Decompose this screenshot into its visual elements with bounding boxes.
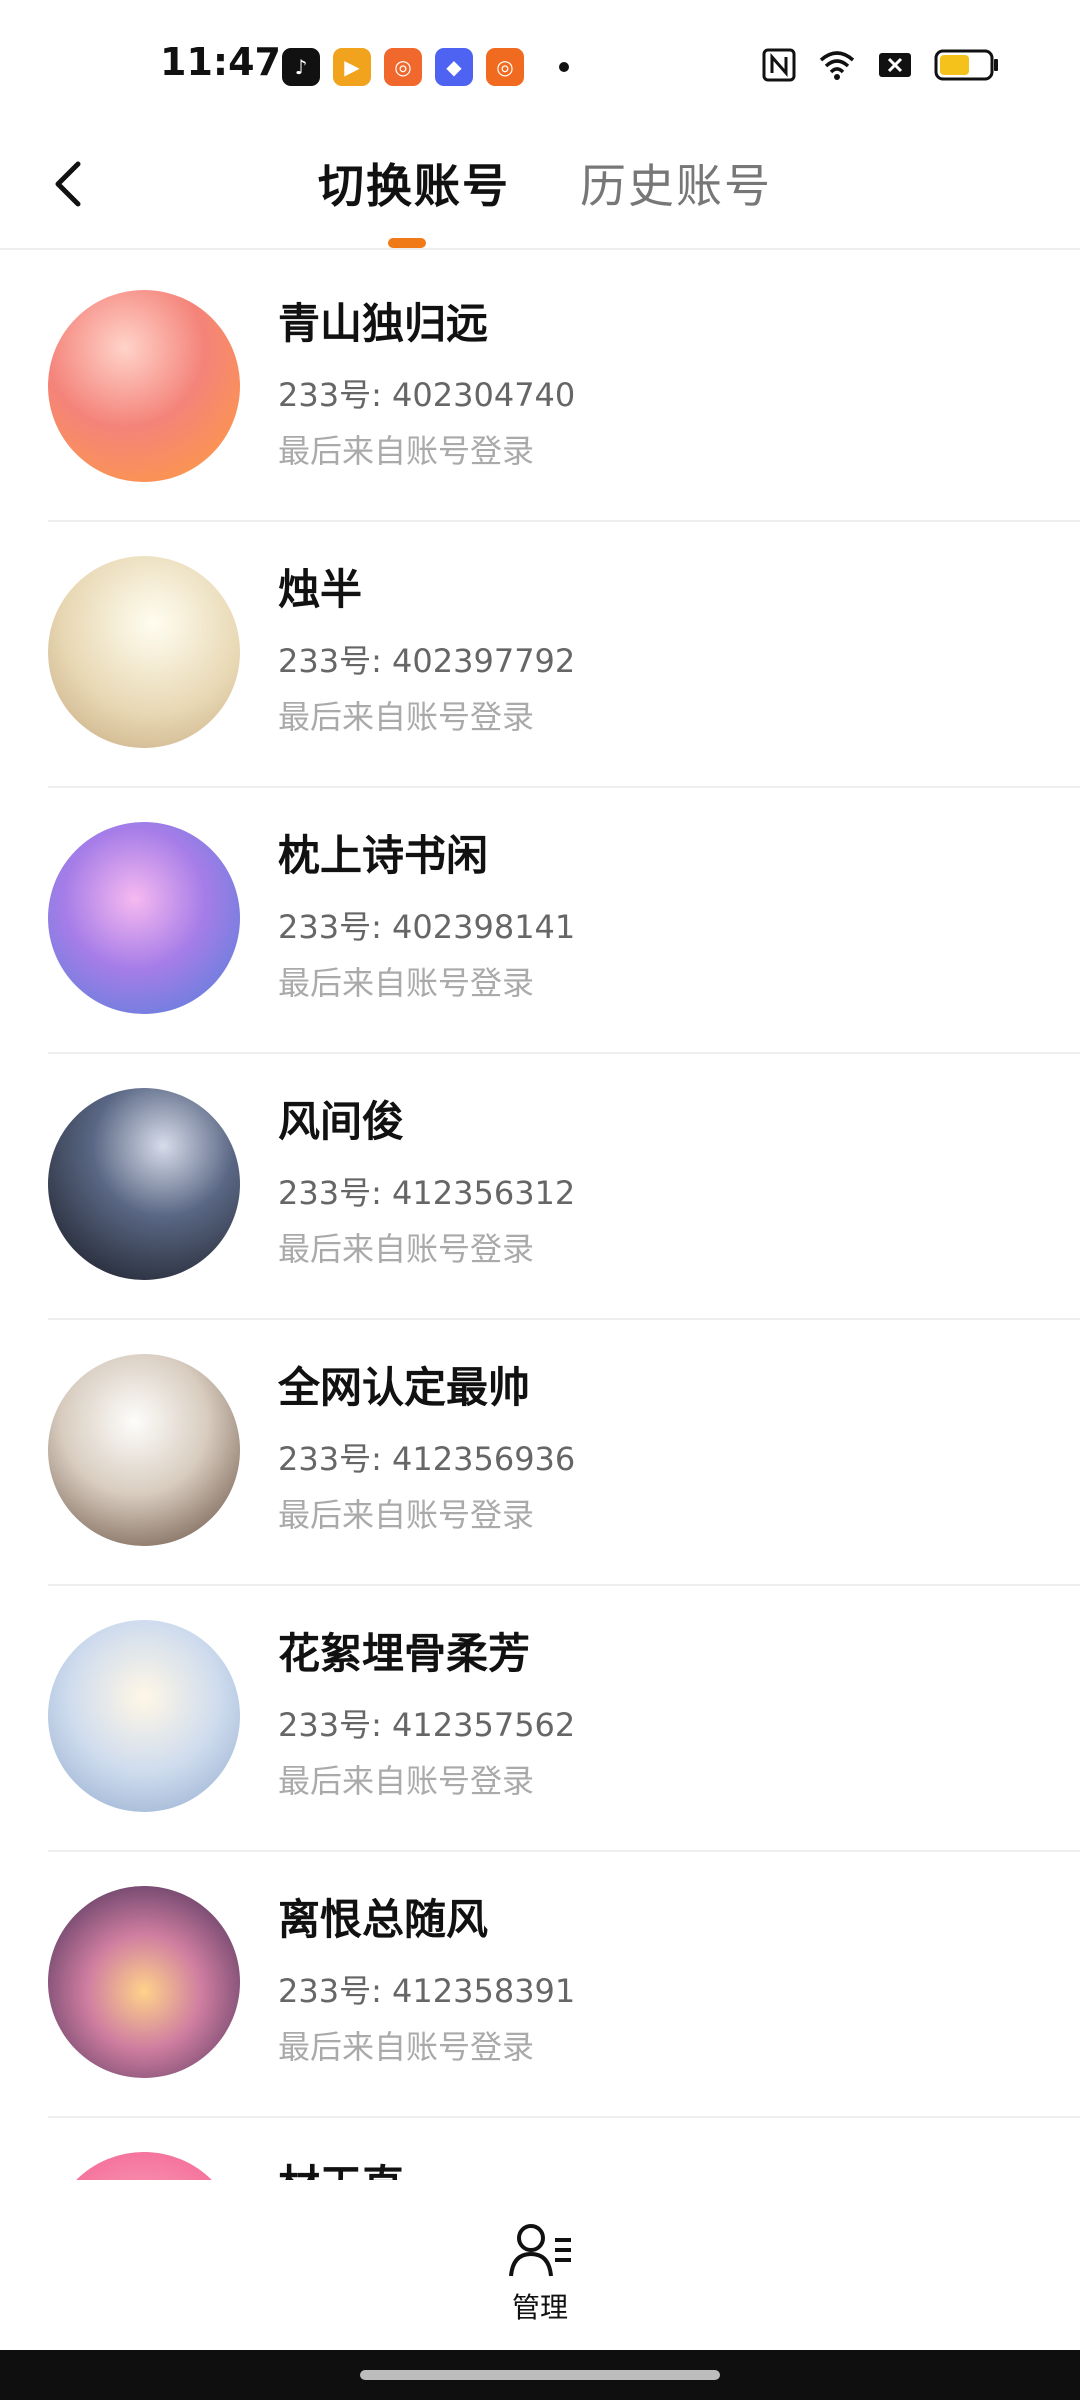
tab-history-account[interactable]: 历史账号 <box>580 150 772 216</box>
avatar <box>48 1620 240 1812</box>
account-row[interactable]: 花絮埋骨柔芳 233号: 412357562 最后来自账号登录 <box>48 1586 1080 1852</box>
avatar <box>48 290 240 482</box>
account-row[interactable]: 材天直 <box>48 2118 1080 2180</box>
kuaishou-alt-icon: ◎ <box>486 48 524 86</box>
last-login-source: 最后来自账号登录 <box>278 432 535 470</box>
home-indicator[interactable] <box>360 2370 720 2380</box>
account-list[interactable]: 青山独归远 233号: 402304740 最后来自账号登录 烛半 233号: … <box>0 256 1080 2180</box>
account-row[interactable]: 烛半 233号: 402397792 最后来自账号登录 <box>48 522 1080 788</box>
account-id: 233号: 402398141 <box>278 908 576 946</box>
account-row[interactable]: 风间俊 233号: 412356312 最后来自账号登录 <box>48 1054 1080 1320</box>
avatar <box>48 822 240 1014</box>
avatar <box>48 1886 240 2078</box>
more-notifications-dot <box>559 62 569 72</box>
last-login-source: 最后来自账号登录 <box>278 1762 535 1800</box>
account-id: 233号: 412357562 <box>278 1706 576 1744</box>
avatar <box>48 1354 240 1546</box>
header-divider <box>0 248 1080 250</box>
manage-button[interactable]: 管理 <box>500 2220 580 2326</box>
account-name: 材天直 <box>278 2152 404 2180</box>
avatar <box>48 556 240 748</box>
nfc-icon <box>762 48 796 82</box>
last-login-source: 最后来自账号登录 <box>278 2028 535 2066</box>
bottom-bar: 管理 <box>0 2180 1080 2350</box>
account-id: 233号: 412356312 <box>278 1174 576 1212</box>
shortcut-app-icon: ◆ <box>435 48 473 86</box>
status-bar: 11:47 ♪ ▶ ◎ ◆ ◎ <box>0 0 1080 130</box>
system-status-icons <box>760 46 1000 84</box>
account-id: 233号: 402304740 <box>278 376 576 414</box>
last-login-source: 最后来自账号登录 <box>278 964 535 1002</box>
account-row[interactable]: 枕上诗书闲 233号: 402398141 最后来自账号登录 <box>48 788 1080 1054</box>
account-name: 风间俊 <box>278 1097 405 1146</box>
account-name: 全网认定最帅 <box>278 1363 531 1412</box>
account-name: 花絮埋骨柔芳 <box>278 1629 531 1678</box>
status-time: 11:47 <box>160 40 281 84</box>
account-row[interactable]: 青山独归远 233号: 402304740 最后来自账号登录 <box>48 256 1080 522</box>
system-nav-bar <box>0 2350 1080 2400</box>
last-login-source: 最后来自账号登录 <box>278 698 535 736</box>
last-login-source: 最后来自账号登录 <box>278 1496 535 1534</box>
account-id: 233号: 412358391 <box>278 1972 576 2010</box>
no-sim-icon <box>879 53 911 77</box>
account-id: 233号: 412356936 <box>278 1440 576 1478</box>
manage-label: 管理 <box>511 2291 568 2324</box>
tiktok-icon: ♪ <box>282 48 320 86</box>
wifi-icon <box>819 51 855 80</box>
account-name: 离恨总随风 <box>278 1895 489 1944</box>
last-login-source: 最后来自账号登录 <box>278 1230 535 1268</box>
header: 切换账号 历史账号 <box>0 130 1080 250</box>
notification-app-icons: ♪ ▶ ◎ ◆ ◎ <box>282 48 569 86</box>
battery-icon <box>934 49 998 81</box>
tab-switch-account[interactable]: 切换账号 <box>318 150 510 216</box>
back-arrow-icon[interactable] <box>40 154 100 214</box>
account-row[interactable]: 全网认定最帅 233号: 412356936 最后来自账号登录 <box>48 1320 1080 1586</box>
user-list-icon <box>509 2224 571 2277</box>
account-id: 233号: 402397792 <box>278 642 576 680</box>
video-app-icon: ▶ <box>333 48 371 86</box>
avatar <box>48 2152 240 2180</box>
account-name: 枕上诗书闲 <box>278 831 489 880</box>
account-name: 烛半 <box>278 565 363 614</box>
active-tab-indicator <box>388 238 426 248</box>
avatar <box>48 1088 240 1280</box>
account-name: 青山独归远 <box>278 299 489 348</box>
kuaishou-icon: ◎ <box>384 48 422 86</box>
account-row[interactable]: 离恨总随风 233号: 412358391 最后来自账号登录 <box>48 1852 1080 2118</box>
